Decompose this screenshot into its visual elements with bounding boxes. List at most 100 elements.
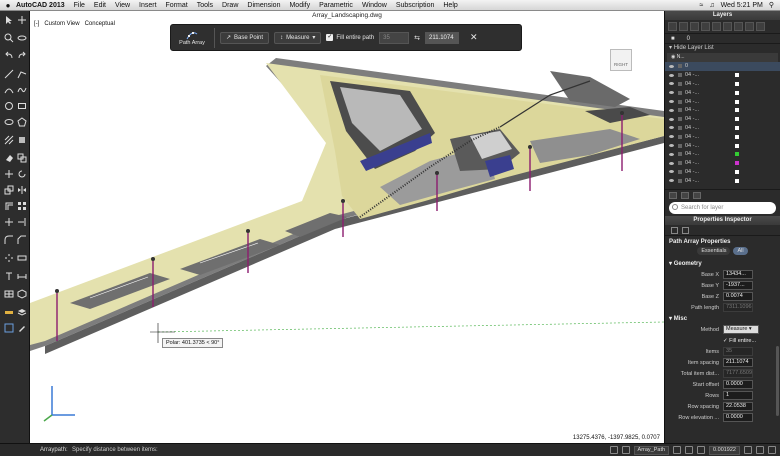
hatch-icon[interactable]: [3, 135, 14, 145]
new-layer-icon[interactable]: [668, 22, 677, 31]
toggle-pickadd-icon[interactable]: [682, 226, 689, 234]
spotlight-search-icon[interactable]: ⚲: [769, 1, 774, 9]
copy-icon[interactable]: [16, 153, 27, 163]
property-value[interactable]: 13434...: [723, 270, 753, 280]
undo-icon[interactable]: [3, 51, 14, 61]
property-value[interactable]: 7311.1096: [723, 303, 753, 313]
trim-icon[interactable]: [3, 217, 14, 227]
layer-row[interactable]: 04 -...: [665, 124, 780, 133]
region-icon[interactable]: [16, 135, 27, 145]
drawing-canvas[interactable]: Array_Landscaping.dwg [-] Custom View Co…: [30, 11, 664, 443]
settings-icon[interactable]: [768, 446, 776, 454]
properties-scrollbar[interactable]: [776, 346, 779, 416]
items-count-field[interactable]: 35: [379, 31, 410, 44]
layer-color-swatch[interactable]: [735, 161, 739, 166]
layer-color-swatch[interactable]: [735, 90, 739, 95]
visibility-icon[interactable]: [669, 82, 674, 86]
layer-state-icon[interactable]: [701, 22, 710, 31]
property-value[interactable]: 1: [723, 391, 753, 401]
layer-list-header[interactable]: ◉ N...: [667, 53, 778, 62]
layer-color-swatch[interactable]: [735, 169, 739, 174]
workspace-icon[interactable]: [756, 446, 764, 454]
fill-entire-checkbox[interactable]: ✓ Fill entire...: [723, 338, 756, 344]
layer-row[interactable]: 04 -...: [665, 168, 780, 177]
layer-row[interactable]: 04 -...: [665, 141, 780, 150]
visibility-icon[interactable]: [669, 135, 674, 139]
tab-all[interactable]: All: [733, 247, 748, 256]
scale-icon[interactable]: [3, 185, 14, 195]
layer-lock-icon[interactable]: [678, 81, 682, 86]
layer-isolate-icon[interactable]: [734, 22, 743, 31]
visibility-icon[interactable]: [669, 179, 674, 183]
zoom-icon[interactable]: [3, 33, 14, 43]
menu-subscription[interactable]: Subscription: [396, 2, 435, 9]
quick-select-icon[interactable]: [671, 226, 678, 234]
apple-menu-icon[interactable]: ●: [0, 1, 16, 10]
array-icon[interactable]: [16, 201, 27, 211]
layer-row[interactable]: 04 -...: [665, 71, 780, 80]
layer-lock-icon[interactable]: [678, 108, 682, 113]
measure-icon[interactable]: [3, 307, 14, 317]
erase-icon[interactable]: [3, 153, 14, 163]
geometry-section-header[interactable]: ▾ Geometry: [665, 258, 780, 269]
menu-parametric[interactable]: Parametric: [319, 2, 353, 9]
visibility-icon[interactable]: [669, 161, 674, 165]
layer-row[interactable]: 04 -...: [665, 97, 780, 106]
pan-icon[interactable]: [16, 15, 27, 25]
set-current-icon[interactable]: [690, 22, 699, 31]
layer-color-swatch[interactable]: [735, 125, 739, 130]
layer-lock-icon[interactable]: [678, 99, 682, 104]
layer-row[interactable]: 04 -...: [665, 106, 780, 115]
layer-lock-icon[interactable]: [678, 152, 682, 157]
layer-color-swatch[interactable]: [735, 117, 739, 122]
menu-insert[interactable]: Insert: [139, 2, 157, 9]
menu-file[interactable]: File: [74, 2, 85, 9]
rectangle-icon[interactable]: [16, 101, 27, 111]
tab-essentials[interactable]: Essentials: [697, 247, 731, 256]
layer-merge-icon[interactable]: [756, 22, 765, 31]
layer-settings-icon[interactable]: [693, 191, 701, 199]
layer-lock-icon[interactable]: [678, 161, 682, 166]
wifi-icon[interactable]: ≈: [699, 2, 703, 9]
command-prompt[interactable]: Specify distance between items:: [72, 447, 158, 453]
orbit-icon[interactable]: [16, 33, 27, 43]
select-arrow-icon[interactable]: [3, 15, 14, 25]
layer-search-input[interactable]: Search for layer: [669, 202, 776, 215]
osnap-icon[interactable]: [697, 446, 706, 454]
visibility-icon[interactable]: [669, 144, 674, 148]
layer-color-swatch[interactable]: [735, 108, 739, 113]
layer-lock-icon[interactable]: [678, 90, 682, 95]
extend-icon[interactable]: [16, 217, 27, 227]
visibility-icon[interactable]: [669, 73, 674, 77]
scale-field[interactable]: 0.001922: [709, 445, 740, 455]
menu-draw[interactable]: Draw: [222, 2, 238, 9]
property-value[interactable]: 0.0000: [723, 413, 753, 423]
text-icon[interactable]: [3, 271, 14, 281]
menu-edit[interactable]: Edit: [94, 2, 106, 9]
polar-icon[interactable]: [685, 446, 694, 454]
chamfer-icon[interactable]: [16, 235, 27, 245]
layer-color-swatch[interactable]: [735, 178, 739, 183]
layer-color-swatch[interactable]: [735, 143, 739, 148]
visibility-icon[interactable]: [669, 91, 674, 95]
app-menu[interactable]: AutoCAD 2013: [16, 2, 65, 9]
layer-color-swatch[interactable]: [735, 73, 739, 78]
layer-icon[interactable]: [16, 307, 27, 317]
layer-walk-icon[interactable]: [745, 22, 754, 31]
base-point-button[interactable]: ↗ Base Point: [220, 31, 270, 44]
ellipse-icon[interactable]: [3, 117, 14, 127]
line-icon[interactable]: [3, 69, 14, 79]
property-value[interactable]: 35: [723, 347, 753, 357]
explode-icon[interactable]: [3, 253, 14, 263]
layer-color-swatch[interactable]: [735, 64, 739, 68]
visibility-icon[interactable]: [669, 126, 674, 130]
ortho-icon[interactable]: [673, 446, 682, 454]
current-layer-row[interactable]: ■ 0: [665, 34, 780, 44]
layer-lock-icon[interactable]: [678, 64, 682, 69]
layer-lock-icon[interactable]: [678, 143, 682, 148]
menu-help[interactable]: Help: [443, 2, 457, 9]
layer-row[interactable]: 04 -...: [665, 80, 780, 89]
layer-row[interactable]: 0: [665, 62, 780, 71]
menu-dimension[interactable]: Dimension: [247, 2, 280, 9]
move-icon[interactable]: [3, 169, 14, 179]
